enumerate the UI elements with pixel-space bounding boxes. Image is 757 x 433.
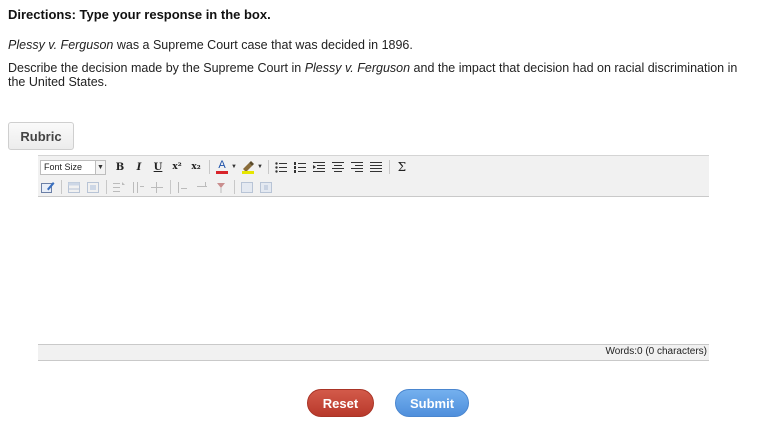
align-right-icon: [350, 161, 363, 172]
row-props-button[interactable]: [239, 179, 255, 195]
font-size-select[interactable]: Font Size ▼: [40, 159, 106, 175]
numbered-list-button[interactable]: [292, 159, 308, 175]
align-center-icon: [331, 161, 344, 172]
align-center-button[interactable]: [330, 159, 346, 175]
font-size-label: Font Size: [44, 161, 83, 172]
rubric-button[interactable]: Rubric: [8, 122, 74, 150]
indent-icon: [312, 161, 325, 172]
split-cell-button[interactable]: [175, 179, 191, 195]
insert-col-button[interactable]: [130, 179, 146, 195]
subscript-button[interactable]: x₂: [188, 159, 204, 175]
case-name: Plessy v. Ferguson: [304, 61, 411, 75]
bold-button[interactable]: B: [112, 159, 128, 175]
underline-button[interactable]: U: [150, 159, 166, 175]
indent-button[interactable]: [311, 159, 327, 175]
response-editor: Font Size ▼ B I U x² x₂ A ▼ ▼ Σ Words:0 …: [38, 155, 709, 361]
insert-row-icon: [113, 181, 125, 192]
submit-button[interactable]: Submit: [395, 389, 469, 417]
table-props-icon: [87, 181, 99, 193]
table-button[interactable]: [66, 179, 82, 195]
font-color-icon: A: [218, 159, 226, 171]
bullet-list-icon: [275, 161, 287, 173]
cell-props-icon: [217, 182, 225, 193]
table-icon: [68, 181, 80, 193]
align-justify-icon: [369, 161, 382, 172]
highlight-color-button[interactable]: [240, 159, 256, 175]
italic-button[interactable]: I: [131, 159, 147, 175]
chevron-down-icon: ▼: [95, 160, 105, 174]
case-name: Plessy v. Ferguson: [8, 38, 114, 52]
reset-button[interactable]: Reset: [307, 389, 374, 417]
edit-icon: [41, 182, 55, 193]
delete-row-icon: [151, 181, 163, 193]
col-props-icon: [260, 181, 272, 193]
editor-text-area[interactable]: [38, 197, 709, 344]
numbered-list-icon: [293, 161, 306, 173]
insert-row-button[interactable]: [111, 179, 127, 195]
font-color-swatch: [216, 171, 228, 174]
align-right-button[interactable]: [349, 159, 365, 175]
prompt-paragraph-2: Describe the decision made by the Suprem…: [8, 61, 750, 89]
editor-toolbar: Font Size ▼ B I U x² x₂ A ▼ ▼ Σ: [38, 156, 709, 197]
insert-col-icon: [133, 181, 144, 193]
sigma-button[interactable]: Σ: [394, 159, 410, 175]
toolbar-row-2: [40, 178, 277, 196]
toolbar-separator: [106, 180, 107, 194]
prompt-paragraph-1: Plessy v. Ferguson was a Supreme Court c…: [8, 38, 413, 52]
superscript-button[interactable]: x²: [169, 159, 185, 175]
delete-row-button[interactable]: [149, 179, 165, 195]
toolbar-row-1: Font Size ▼ B I U x² x₂ A ▼ ▼ Σ: [40, 158, 413, 176]
bullet-list-button[interactable]: [273, 159, 289, 175]
cell-props-button[interactable]: [213, 179, 229, 195]
col-props-button[interactable]: [258, 179, 274, 195]
chevron-down-icon[interactable]: ▼: [257, 164, 263, 170]
merge-cell-button[interactable]: [194, 179, 210, 195]
prompt-text: was a Supreme Court case that was decide…: [113, 38, 413, 52]
merge-cell-icon: [197, 181, 207, 187]
chevron-down-icon[interactable]: ▼: [231, 164, 237, 170]
highlight-color-swatch: [241, 170, 254, 174]
editor-status-bar: Words:0 (0 characters): [38, 344, 709, 361]
highlighter-icon: [242, 160, 254, 171]
font-color-button[interactable]: A: [214, 159, 230, 175]
table-props-button[interactable]: [85, 179, 101, 195]
directions-heading: Directions: Type your response in the bo…: [8, 7, 271, 22]
split-cell-icon: [178, 181, 187, 193]
word-count: Words:0 (0 characters): [605, 346, 707, 357]
toolbar-separator: [234, 180, 235, 194]
row-props-icon: [241, 181, 253, 193]
toolbar-separator: [267, 160, 269, 174]
align-justify-button[interactable]: [368, 159, 384, 175]
prompt-text: Describe the decision made by the Suprem…: [8, 61, 305, 75]
edit-button[interactable]: [40, 179, 56, 195]
toolbar-separator: [388, 160, 390, 174]
toolbar-separator: [170, 180, 171, 194]
toolbar-separator: [61, 180, 62, 194]
toolbar-separator: [209, 160, 210, 174]
